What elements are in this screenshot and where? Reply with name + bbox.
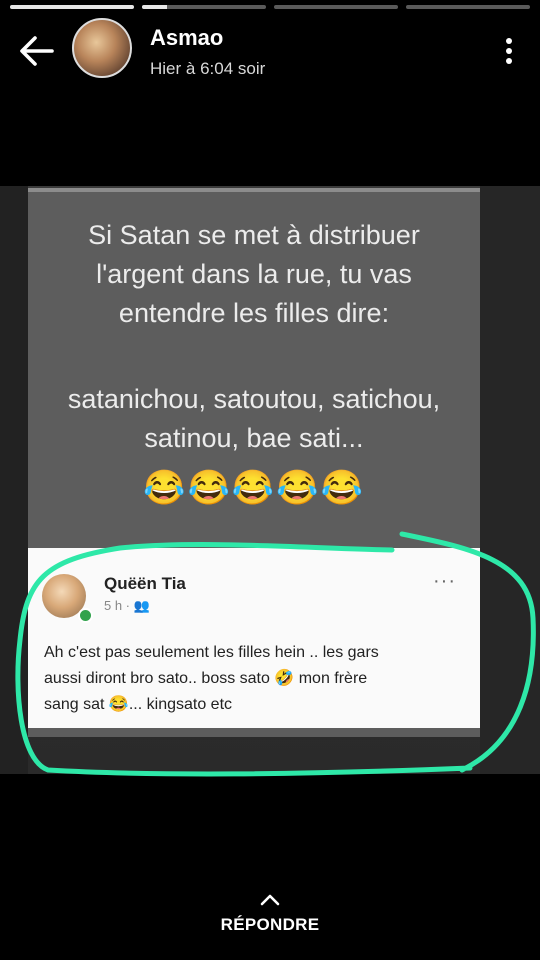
meme-text-top: Si Satan se met à distribuer l'argent da…: [28, 216, 480, 333]
more-vertical-icon[interactable]: [502, 36, 516, 66]
chevron-up-icon[interactable]: [259, 893, 281, 907]
story-progress: [10, 5, 530, 9]
meme-line-2: l'argent dans la rue, tu vas: [96, 259, 412, 289]
comment-timestamp: 5 h · 👥: [104, 598, 150, 613]
meme-line-3: entendre les filles dire:: [118, 298, 390, 328]
meme-line-1: Si Satan se met à distribuer: [88, 220, 420, 250]
story-author-name[interactable]: Asmao: [150, 25, 223, 51]
progress-segment-3: [274, 5, 398, 9]
comment-line-3: sang sat 😂... kingsato etc: [44, 696, 233, 713]
laughing-emojis: 😂😂😂😂😂: [143, 469, 365, 507]
story-timestamp: Hier à 6:04 soir: [150, 59, 266, 78]
reply-area[interactable]: RÉPONDRE: [0, 893, 540, 935]
meme-text-bottom: satanichou, satoutou, satichou, satinou,…: [28, 380, 480, 458]
story-edge-left: [0, 186, 28, 774]
comment-line-1: Ah c'est pas seulement les filles hein .…: [44, 644, 379, 661]
online-indicator: [78, 608, 93, 623]
progress-segment-2: [142, 5, 266, 9]
comment-line-2: aussi diront bro sato.. boss sato 🤣 mon …: [44, 670, 368, 687]
meme-line-5: satinou, bae sati...: [144, 423, 364, 453]
comment-text: Ah c'est pas seulement les filles hein .…: [44, 640, 466, 718]
meme-line-4: satanichou, satoutou, satichou,: [67, 384, 441, 414]
arrow-left-icon[interactable]: [18, 34, 56, 68]
progress-segment-4: [406, 5, 530, 9]
avatar[interactable]: [72, 18, 132, 78]
story-image: Si Satan se met à distribuer l'argent da…: [0, 186, 540, 774]
more-horizontal-icon: ···: [433, 570, 456, 592]
story-header: Asmao Hier à 6:04 soir: [0, 14, 540, 84]
progress-segment-1: [10, 5, 134, 9]
story-edge-right: [480, 186, 540, 774]
reply-button[interactable]: RÉPONDRE: [0, 915, 540, 935]
comment-card: Quëën Tia 5 h · 👥 ··· Ah c'est pas seule…: [28, 548, 480, 728]
commenter-name: Quëën Tia: [104, 574, 186, 593]
